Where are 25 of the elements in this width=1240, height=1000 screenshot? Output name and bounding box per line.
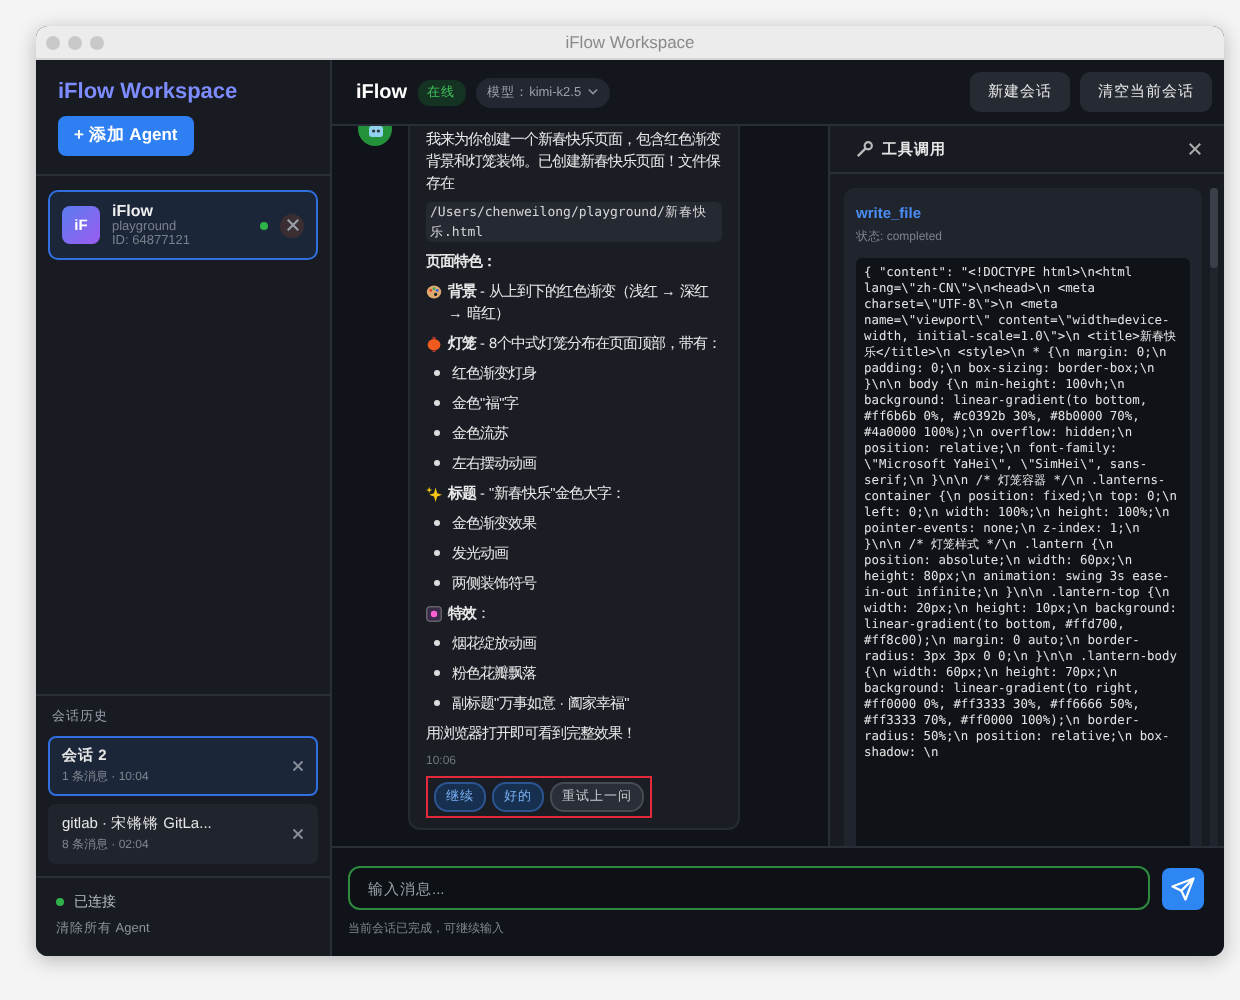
sparkle-icon <box>426 485 442 501</box>
add-agent-button[interactable]: + 添加 Agent <box>58 116 194 156</box>
chat-title: iFlow <box>356 81 408 103</box>
window-title: iFlow Workspace <box>565 32 695 52</box>
bullet-icon <box>434 580 440 586</box>
bullet-icon <box>434 700 440 706</box>
bullet-icon <box>434 520 440 526</box>
bullet-icon <box>434 670 440 676</box>
close-icon[interactable] <box>292 828 304 840</box>
app-title: iFlow Workspace <box>58 80 238 104</box>
bullet-icon <box>434 550 440 556</box>
bullet-icon <box>434 640 440 646</box>
bullet-icon <box>434 430 440 436</box>
caret-icon <box>587 88 598 96</box>
palette-icon <box>426 283 442 299</box>
close-icon[interactable] <box>292 760 304 772</box>
bullet-icon <box>434 460 440 466</box>
bullet-icon <box>434 370 440 376</box>
send-icon[interactable] <box>1162 867 1204 909</box>
close-icon[interactable] <box>280 213 304 237</box>
firework-icon <box>426 605 442 621</box>
bullet-icon <box>434 400 440 406</box>
close-icon[interactable] <box>1188 142 1202 156</box>
lantern-icon <box>426 335 442 351</box>
agent-name: iFlow <box>112 202 155 220</box>
